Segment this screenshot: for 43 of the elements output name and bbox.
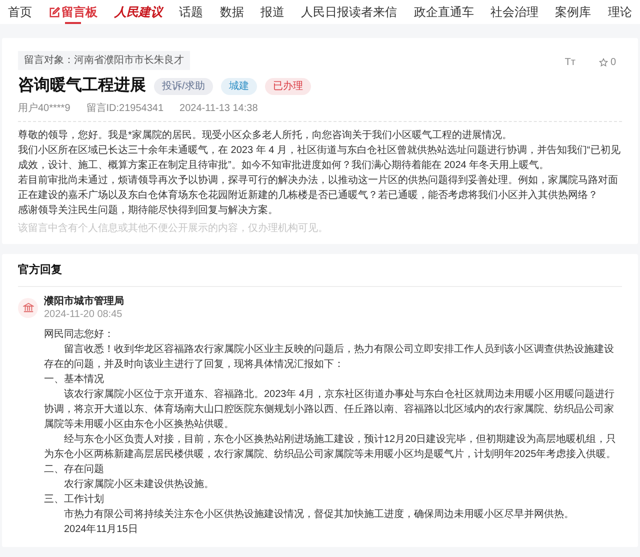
reply-section-heading: 一、基本情况 (44, 372, 105, 386)
message-paragraph: 感谢领导关注民生问题，期待能尽快得到回复与解决方案。 (18, 204, 279, 218)
reply-paragraph: 留言收悉！收到华龙区容福路农行家属院小区业主反映的问题后，热力有限公司立即安排工作人员到该小区调查供热设施建设存在的问题，并及时向该业主进行了回复，现将具体情况汇报如下： (44, 342, 615, 372)
reply-paragraph: 该农行家属院小区位于京开道东、容福路北。2023年 4月，京东社区街道办事处与东白仓社区就周边未用暖小区用暖问题进行协调，将京开大道以东、体育场南大山口腔医院东侧规划小路以西、任丘路以南、容福路以北区域内的农行家属院、纺织品公司家属院等未用暖小区由东仓小区换热站供暖。 (44, 388, 616, 432)
pencil-note-icon (48, 6, 60, 18)
government-building-icon (22, 302, 34, 313)
reply-section-heading: 二、存在问题 (44, 462, 105, 476)
message-paragraph: 若目前审批尚未通过，烦请领导再次予以协调，探寻可行的解决办法，以推动这一片区的供热问题得到妥善处理。例如，家属院马路对面正在建设的嘉禾广场以及东白仓体育场东仓花园附近新建的几栋楼是否已通暖气？若已通暖，能否考虑将我们小区并入其供热网络？ (18, 174, 619, 203)
nav-tab[interactable]: 首页 (2, 0, 38, 24)
message-meta: 2024-11-13 14:38 (180, 102, 258, 116)
nav-tab[interactable]: 留言板 (42, 0, 104, 24)
favorite-button[interactable]: 0 (599, 55, 616, 70)
agency-name: 濮阳市城市管理局 (44, 294, 124, 308)
privacy-note: 该留言中含有个人信息或其他不便公开展示的内容，仅办理机构可见。 (18, 222, 329, 236)
font-size-button[interactable]: Tт (564, 55, 576, 70)
message-title: 咨询暖气工程进展 (18, 75, 146, 96)
message-recipient: 留言对象：河南省濮阳市市长朱良才 (18, 51, 190, 70)
message-meta: 用户40****9 (18, 102, 70, 116)
reply-section-heading: 三、工作计划 (44, 492, 105, 506)
nav-tab[interactable]: 人民日报读者来信 (295, 0, 404, 24)
reply-paragraph: 市热力有限公司将持续关注东仓小区供热设施建设情况，督促其加快施工进度，确保周边未用暖小区尽早并网供热。 (63, 508, 575, 522)
reply-heading: 官方回复 (18, 262, 622, 286)
nav-tab[interactable]: 数据 (214, 0, 250, 24)
nav-tab[interactable]: 政企直通车 (408, 0, 480, 24)
message-tag: 城建 (220, 78, 257, 94)
message-tag: 已办理 (264, 78, 311, 94)
nav-tab[interactable]: 人民建议 (108, 0, 168, 24)
reply-paragraph: 农行家属院小区未建设供热设施。 (63, 478, 215, 492)
reply-date: 2024年11月15日 (63, 522, 139, 536)
star-icon (599, 58, 608, 67)
message-paragraph: 我们小区所在区域已长达三十余年未通暖气，在 2023 年 4 月，社区街道与东白仓社区曾就供热站选址问题进行协调，并告知我们“已初见成效，设计、施工、概算方案正在制定且待审批”。如今不知审批进度如何？我们满心期待着能在 2024 年冬天用上暖气。 (18, 144, 622, 173)
message-tag: 投诉/求助 (154, 78, 213, 94)
nav-tab[interactable]: 话题 (173, 0, 210, 24)
nav-tab[interactable]: 社会治理 (484, 0, 544, 24)
active-underline (65, 22, 82, 24)
message-meta: 留言ID:21954341 (86, 102, 164, 116)
reply-greeting: 网民同志您好： (44, 328, 115, 342)
reply-paragraph: 经与东仓小区负责人对接，目前，东仓小区换热站刚进场施工建设，预计12月20日建设完毕，但初期建设为高层地暖机组，只为东仓小区两栋新建高层居民楼供暖，农行家属院、纺织品公司家属院等未用暖小区均是暖气片，计划明年2025年考虑接入供暖。 (44, 432, 618, 462)
nav-tab[interactable]: 理论 (602, 0, 638, 24)
nav-tab[interactable]: 报道 (254, 0, 290, 24)
message-paragraph: 尊敬的领导，您好。我是*家属院的居民。现受小区众多老人所托，向您咨询关于我们小区暖气工程的进展情况。 (18, 128, 513, 143)
reply-time: 2024-11-20 08:45 (44, 308, 124, 320)
nav-tab[interactable]: 案例库 (549, 0, 598, 24)
